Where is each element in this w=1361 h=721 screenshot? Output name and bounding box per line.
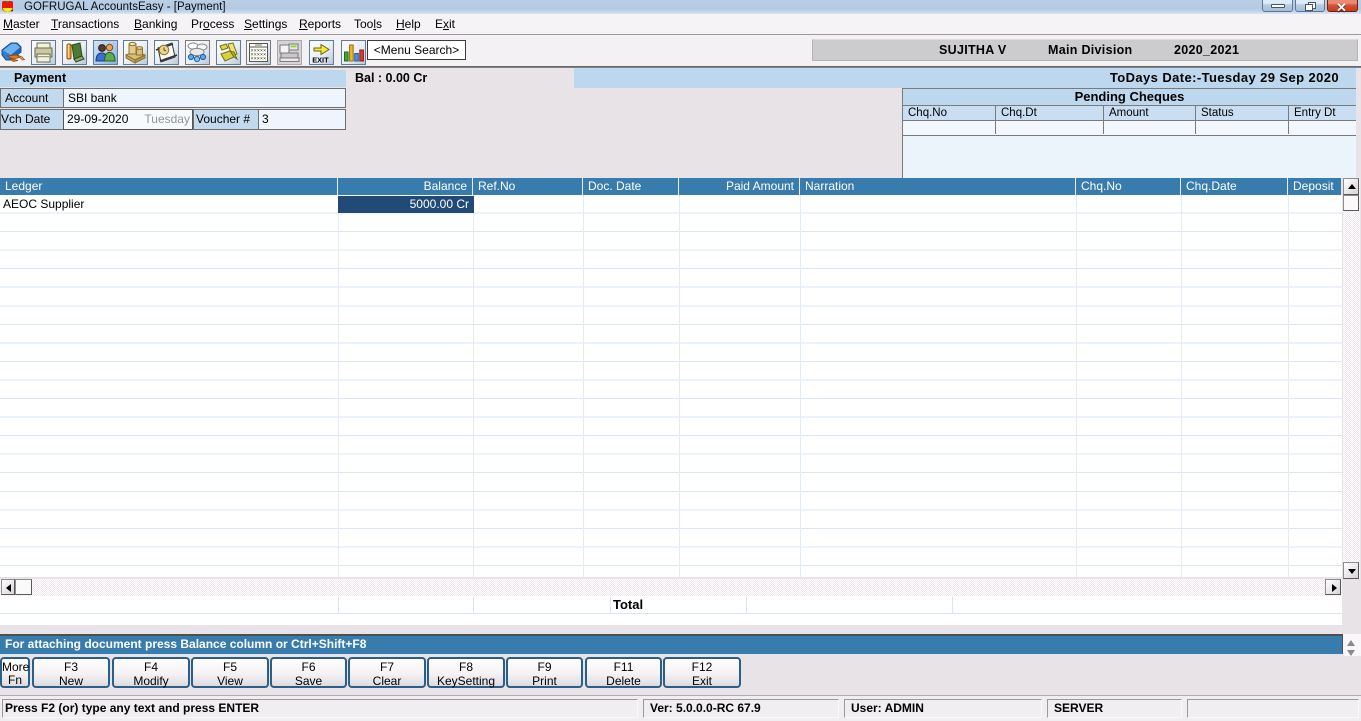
svg-text:EXIT: EXIT bbox=[312, 56, 329, 65]
svg-text:×××××: ××××× bbox=[251, 56, 267, 62]
